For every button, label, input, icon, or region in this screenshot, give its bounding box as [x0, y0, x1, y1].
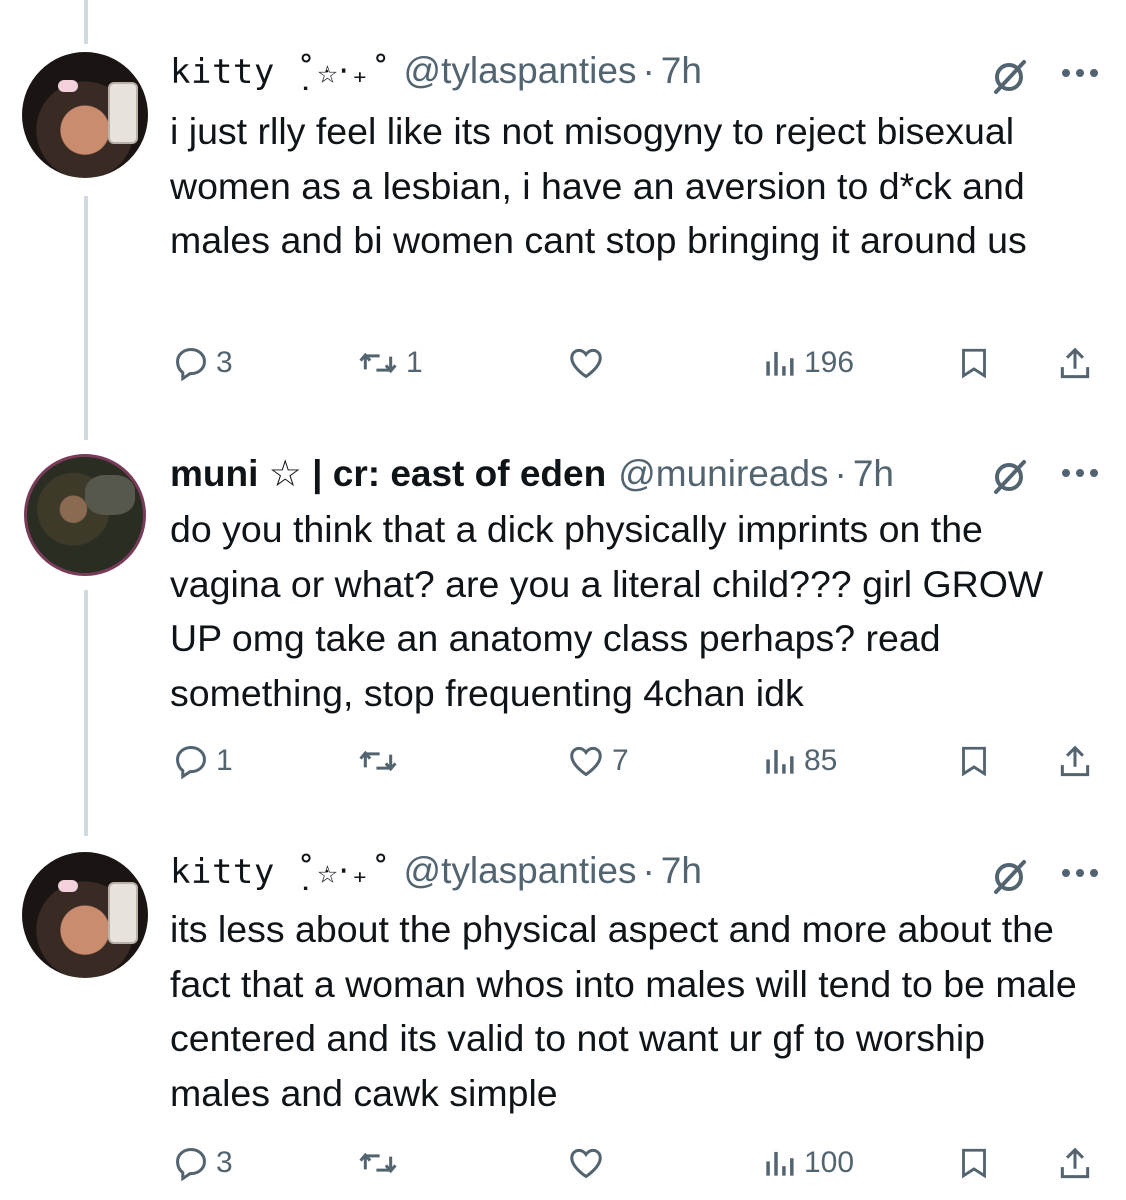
- avatar[interactable]: [22, 852, 148, 978]
- tweet-header: kitty ̣˚ּ☆‧₊˚ @tylaspanties · 7h: [170, 850, 702, 894]
- views-count: 196: [804, 346, 855, 379]
- share-button[interactable]: [1056, 1144, 1094, 1184]
- repost-button[interactable]: 1: [356, 344, 423, 382]
- repost-button[interactable]: [356, 742, 406, 780]
- tweet-text: its less about the physical aspect and m…: [170, 908, 1077, 1114]
- separator: ·: [642, 50, 655, 91]
- views-button[interactable]: 196: [760, 344, 854, 382]
- bookmark-icon: [962, 348, 986, 379]
- reply-count: 3: [216, 1146, 233, 1179]
- like-button[interactable]: 7: [566, 742, 629, 780]
- more-icon[interactable]: [1060, 66, 1100, 80]
- reply-count: 1: [216, 744, 233, 777]
- more-icon[interactable]: [1060, 466, 1100, 480]
- grok-icon[interactable]: [988, 56, 1030, 98]
- avatar[interactable]: [24, 454, 146, 576]
- reply-button[interactable]: 3: [172, 1144, 233, 1182]
- repost-icon: [359, 352, 397, 374]
- share-icon: [1060, 347, 1090, 379]
- handle[interactable]: @tylaspanties: [404, 850, 637, 892]
- repost-icon: [359, 750, 397, 772]
- timestamp[interactable]: 7h: [661, 50, 702, 92]
- reply-count: 3: [216, 346, 233, 379]
- views-button[interactable]: 85: [760, 742, 837, 780]
- display-name[interactable]: kitty ̣˚ּ☆‧₊˚: [170, 52, 392, 94]
- tweet-header: kitty ̣˚ּ☆‧₊˚ @tylaspanties · 7h: [170, 50, 702, 94]
- heart-icon: [570, 746, 602, 777]
- share-button[interactable]: [1056, 344, 1094, 384]
- avatar[interactable]: [22, 52, 148, 178]
- share-button[interactable]: [1056, 742, 1094, 782]
- grok-icon[interactable]: [988, 456, 1030, 498]
- views-count: 100: [804, 1146, 855, 1179]
- like-button[interactable]: [566, 1144, 612, 1182]
- tweet-text: i just rlly feel like its not misogyny t…: [170, 110, 1027, 261]
- bookmark-button[interactable]: [956, 742, 992, 780]
- views-icon: [766, 749, 794, 774]
- views-icon: [766, 1151, 794, 1176]
- display-name[interactable]: kitty ̣˚ּ☆‧₊˚: [170, 852, 392, 894]
- bookmark-button[interactable]: [956, 1144, 992, 1182]
- bookmark-button[interactable]: [956, 344, 992, 382]
- repost-icon: [359, 1152, 397, 1174]
- more-icon[interactable]: [1060, 866, 1100, 880]
- handle[interactable]: @tylaspanties: [404, 50, 637, 92]
- heart-icon: [570, 348, 602, 379]
- tweet-3[interactable]: kitty ̣˚ּ☆‧₊˚ @tylaspanties · 7h its les…: [0, 840, 1126, 1200]
- reply-icon: [176, 348, 206, 382]
- display-name[interactable]: muni ☆ | cr: east of eden: [170, 452, 606, 495]
- repost-count: 1: [406, 346, 423, 379]
- reply-icon: [176, 1148, 206, 1182]
- tweet-header: muni ☆ | cr: east of eden @munireads · 7…: [170, 452, 894, 495]
- reply-button[interactable]: 3: [172, 344, 233, 382]
- timestamp[interactable]: 7h: [661, 850, 702, 892]
- separator: ·: [642, 850, 655, 891]
- grok-icon[interactable]: [988, 856, 1030, 898]
- tweet-text: do you think that a dick physically impr…: [170, 508, 1044, 714]
- like-count: 7: [612, 744, 629, 777]
- timestamp[interactable]: 7h: [853, 453, 894, 495]
- handle[interactable]: @munireads: [618, 453, 828, 495]
- like-button[interactable]: [566, 344, 612, 382]
- reply-button[interactable]: 1: [172, 742, 233, 780]
- reply-icon: [176, 746, 206, 780]
- share-icon: [1060, 1147, 1090, 1179]
- tweet-2[interactable]: muni ☆ | cr: east of eden @munireads · 7…: [0, 440, 1126, 840]
- bookmark-icon: [962, 746, 986, 777]
- heart-icon: [570, 1148, 602, 1179]
- tweet-1[interactable]: kitty ̣˚ּ☆‧₊˚ @tylaspanties · 7h i just …: [0, 0, 1126, 420]
- views-icon: [766, 351, 794, 376]
- repost-button[interactable]: [356, 1144, 406, 1182]
- separator: ·: [834, 453, 847, 494]
- bookmark-icon: [962, 1148, 986, 1179]
- share-icon: [1060, 745, 1090, 777]
- views-button[interactable]: 100: [760, 1144, 854, 1182]
- views-count: 85: [804, 744, 838, 777]
